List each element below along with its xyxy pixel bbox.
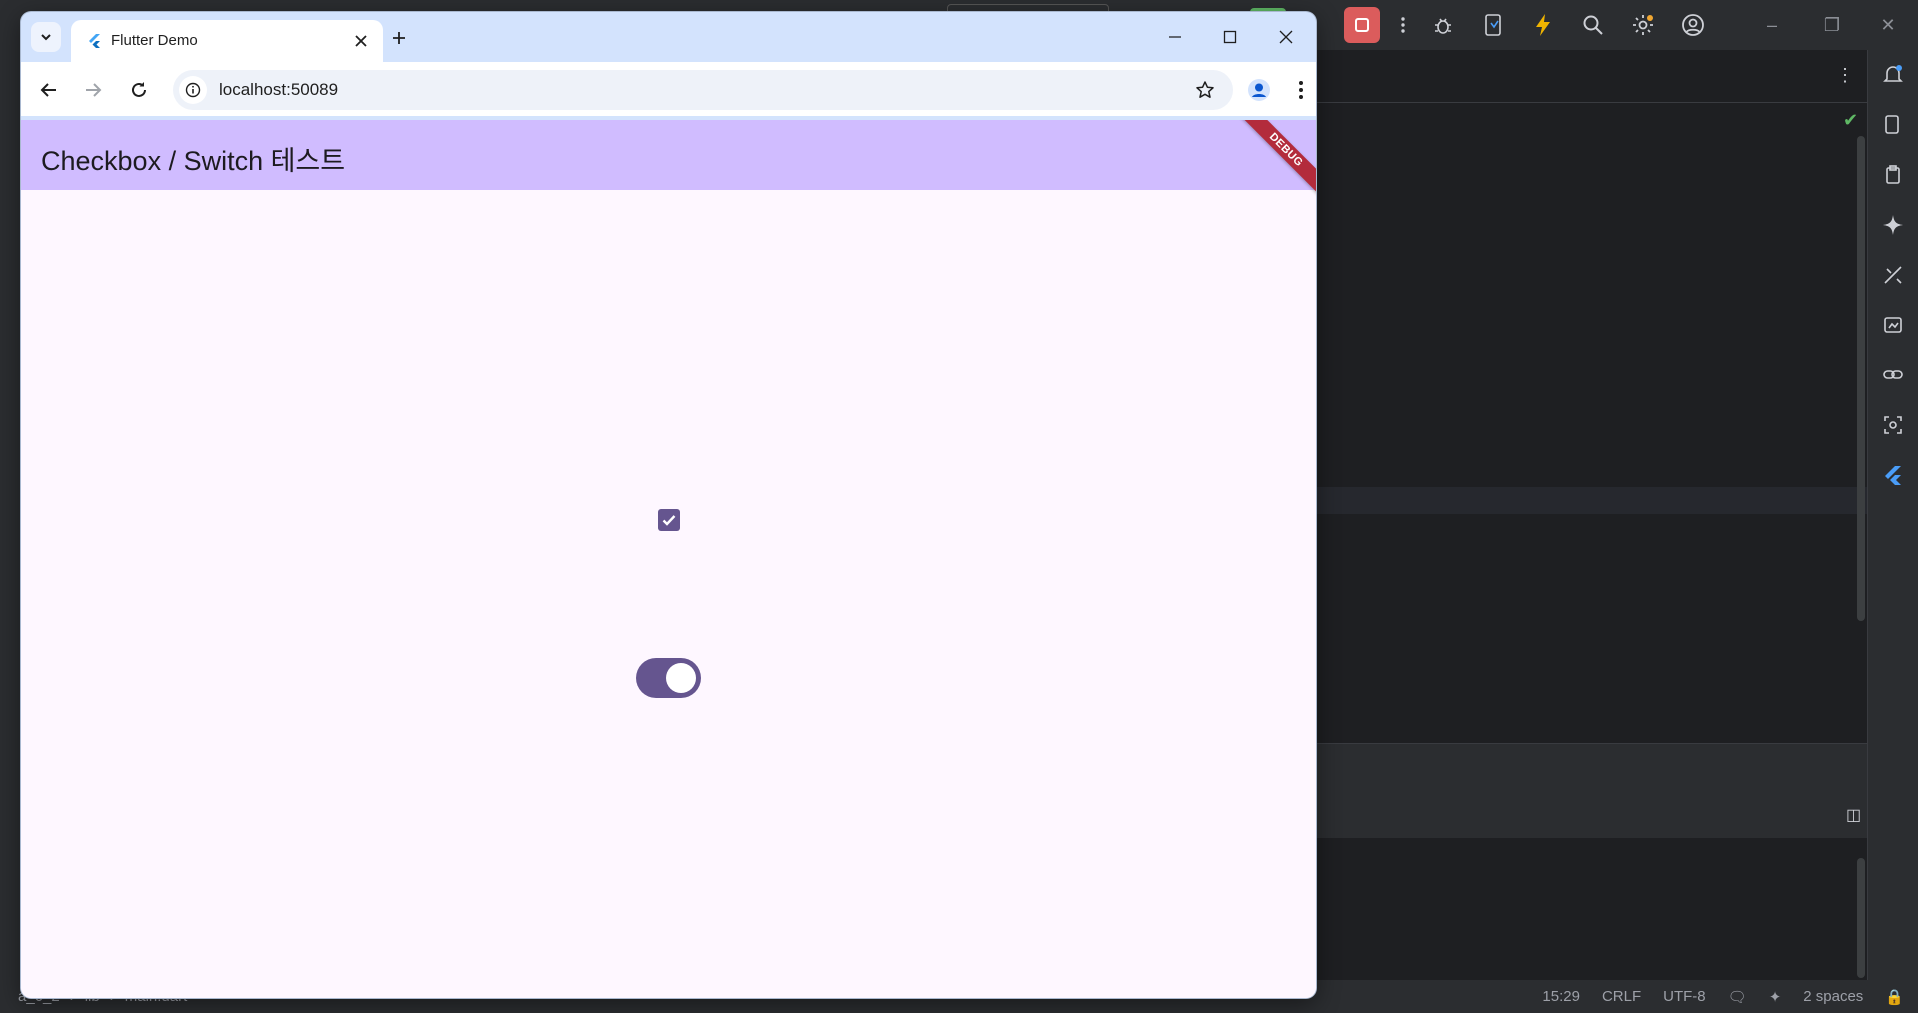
screenshot-icon[interactable]: [1868, 400, 1918, 450]
console-scrollbar[interactable]: [1857, 858, 1865, 978]
clipboard-icon[interactable]: [1868, 150, 1918, 200]
browser-menu-button[interactable]: [1291, 76, 1311, 104]
reload-button[interactable]: [123, 74, 155, 106]
notifications-icon[interactable]: [1868, 50, 1918, 100]
tab-strip: Flutter Demo: [21, 12, 1316, 62]
ide-console: [1316, 838, 1868, 980]
checkbox[interactable]: [658, 509, 680, 531]
chevron-down-icon: [41, 34, 51, 41]
close-icon: [1279, 30, 1293, 44]
tab-title: Flutter Demo: [111, 32, 198, 49]
account-icon[interactable]: [1668, 0, 1718, 50]
maximize-icon: [1223, 30, 1237, 44]
search-icon[interactable]: [1568, 0, 1618, 50]
ide-left-toolbar: [0, 50, 22, 980]
hot-reload-icon[interactable]: [1518, 0, 1568, 50]
switch-thumb[interactable]: [666, 663, 696, 693]
cursor-position[interactable]: 15:29: [1542, 988, 1580, 1005]
device-icon[interactable]: [1468, 0, 1518, 50]
ide-tool-panel-header: [1316, 743, 1868, 838]
readonly-icon[interactable]: 🗨: [1728, 988, 1747, 1006]
lock-icon[interactable]: 🔒: [1885, 988, 1904, 1006]
current-line-highlight: [1316, 487, 1868, 514]
stop-button[interactable]: [1344, 7, 1380, 43]
info-icon: [185, 82, 201, 98]
layout-icon[interactable]: ◫: [1846, 805, 1861, 825]
profile-button[interactable]: [1245, 76, 1273, 104]
avatar-icon: [1248, 79, 1270, 101]
ide-right-toolbar: [1867, 50, 1918, 980]
bookmark-button[interactable]: [1193, 78, 1217, 102]
gemini-icon[interactable]: [1868, 200, 1918, 250]
app-bar: Checkbox / Switch 테스트: [21, 120, 1316, 190]
tab-search-button[interactable]: [31, 22, 61, 52]
ide-close-icon[interactable]: ✕: [1858, 0, 1918, 50]
file-encoding[interactable]: UTF-8: [1663, 988, 1706, 1005]
inspector-icon[interactable]: [1868, 300, 1918, 350]
browser-window: Flutter Demo localhost:50089 Checkbox / …: [21, 12, 1316, 998]
settings-icon[interactable]: [1618, 0, 1668, 50]
tools-icon[interactable]: [1868, 250, 1918, 300]
page-title: Checkbox / Switch 테스트: [41, 146, 346, 176]
arrow-right-icon: [86, 83, 102, 97]
editor-scrollbar[interactable]: [1857, 136, 1865, 621]
browser-toolbar: localhost:50089: [21, 62, 1316, 116]
new-tab-button[interactable]: [385, 24, 413, 52]
ide-editor-tabs: [1316, 50, 1868, 103]
minimize-button[interactable]: [1150, 22, 1200, 52]
flutter-favicon-icon: [89, 34, 100, 48]
close-icon: [355, 35, 367, 47]
ide-minimize-icon[interactable]: –: [1742, 0, 1802, 50]
check-icon: [662, 515, 676, 526]
indent-setting[interactable]: 2 spaces: [1803, 988, 1863, 1005]
window-close-button[interactable]: [1261, 22, 1311, 52]
forward-button[interactable]: [77, 74, 109, 106]
more-actions-icon[interactable]: [1388, 0, 1418, 50]
inspection-ok-icon: ✔: [1843, 110, 1859, 130]
star-icon: [1196, 81, 1214, 98]
tab-flutter-demo[interactable]: Flutter Demo: [71, 20, 383, 62]
ide-restore-icon[interactable]: ❐: [1802, 0, 1862, 50]
line-ending[interactable]: CRLF: [1602, 988, 1641, 1005]
minimize-icon: [1169, 36, 1181, 38]
stop-icon: [1355, 18, 1369, 32]
toggle-switch[interactable]: [636, 658, 701, 698]
address-bar[interactable]: localhost:50089: [173, 70, 1233, 110]
plus-icon: [393, 32, 405, 44]
more-vert-icon: [1299, 81, 1303, 99]
debug-icon[interactable]: [1418, 0, 1468, 50]
link-icon[interactable]: [1868, 350, 1918, 400]
device-manager-icon[interactable]: [1868, 100, 1918, 150]
editor-options-icon[interactable]: ⋮: [1836, 65, 1854, 86]
tab-close-button[interactable]: [349, 29, 373, 53]
web-page: Checkbox / Switch 테스트 DEBUG: [21, 120, 1316, 998]
flutter-icon[interactable]: [1868, 450, 1918, 500]
arrow-left-icon: [40, 83, 56, 97]
back-button[interactable]: [33, 74, 65, 106]
reload-icon: [132, 82, 146, 97]
code-style-icon[interactable]: ✦: [1769, 988, 1782, 1006]
maximize-button[interactable]: [1205, 22, 1255, 52]
url-text[interactable]: localhost:50089: [219, 80, 338, 100]
site-info-button[interactable]: [179, 76, 207, 104]
